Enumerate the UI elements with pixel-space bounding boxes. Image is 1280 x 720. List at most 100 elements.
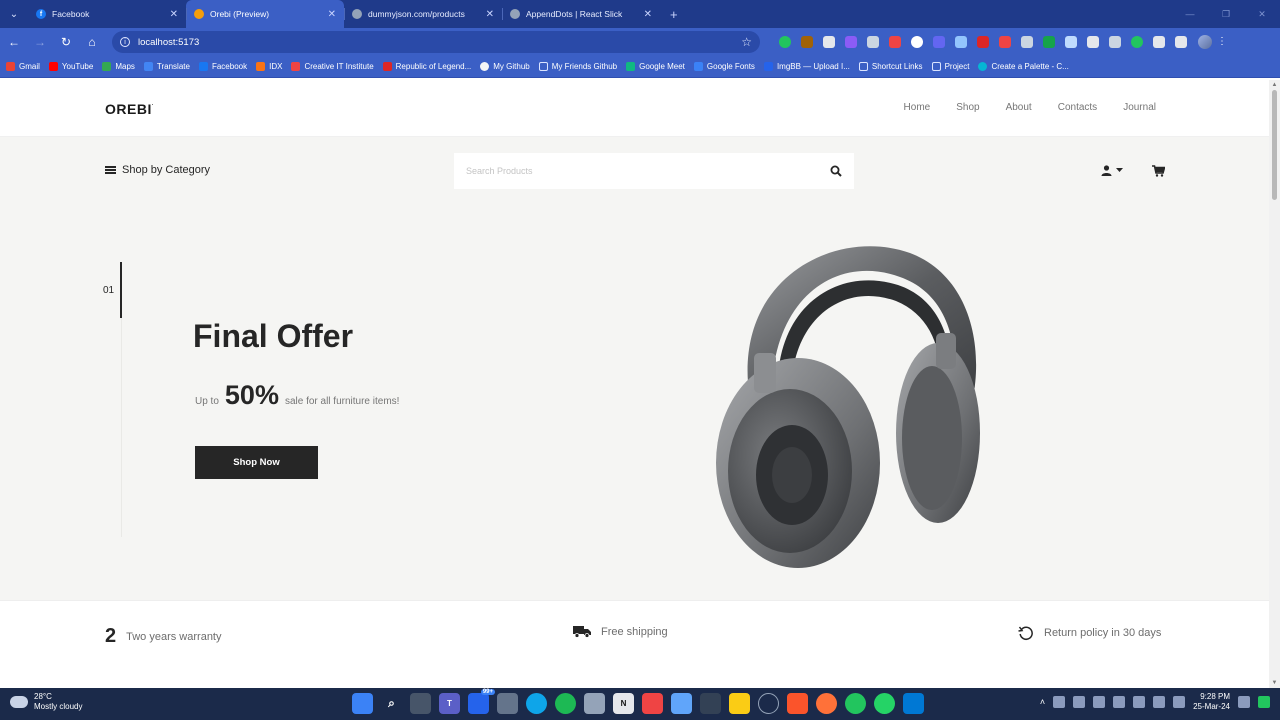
search-icon[interactable] <box>830 165 842 177</box>
brave-icon[interactable] <box>787 693 808 714</box>
bookmark-imgbb[interactable]: ImgBB — Upload I... <box>763 62 850 71</box>
extension-icon[interactable] <box>1109 36 1121 48</box>
bookmark-star-icon[interactable]: ☆ <box>741 35 752 49</box>
extension-icon[interactable] <box>911 36 923 48</box>
more-menu-icon[interactable]: ⋮ <box>1217 36 1227 48</box>
terminal-icon[interactable] <box>700 693 721 714</box>
pen-extension-icon[interactable] <box>823 36 835 48</box>
browser-tab-facebook[interactable]: f Facebook ✕ <box>28 0 186 28</box>
code-extension-icon[interactable] <box>933 36 945 48</box>
bookmark-google-fonts[interactable]: Google Fonts <box>693 62 755 71</box>
bookmark-facebook[interactable]: Facebook <box>198 62 247 71</box>
notepad-icon[interactable] <box>671 693 692 714</box>
close-tab-icon[interactable]: ✕ <box>170 9 178 20</box>
slide-number[interactable]: 01 <box>103 285 114 296</box>
new-tab-plus-icon[interactable]: + <box>670 0 678 28</box>
shield-extension-icon[interactable] <box>889 36 901 48</box>
onedrive-icon[interactable] <box>1053 696 1066 708</box>
extension-icon[interactable] <box>1043 36 1055 48</box>
spotify-icon[interactable] <box>555 693 576 714</box>
chat-icon[interactable]: 99+ <box>468 689 495 714</box>
volume-icon[interactable] <box>1173 696 1186 708</box>
github-desktop-icon[interactable] <box>758 693 779 714</box>
close-tab-icon[interactable]: ✕ <box>328 9 336 20</box>
extension-icon[interactable] <box>999 36 1011 48</box>
whatsapp-icon[interactable] <box>874 693 895 714</box>
nav-shop[interactable]: Shop <box>956 102 979 113</box>
search-icon[interactable]: ⌕ <box>381 693 402 714</box>
nav-journal[interactable]: Journal <box>1123 102 1156 113</box>
clock[interactable]: 9:28 PM 25-Mar-24 <box>1193 692 1230 712</box>
search-input[interactable] <box>466 166 830 176</box>
maximize-icon[interactable]: ❐ <box>1208 0 1244 28</box>
window-extension-icon[interactable] <box>955 36 967 48</box>
tab-search-chevron-icon[interactable]: ⌄ <box>0 0 28 28</box>
bookmark-google-meet[interactable]: Google Meet <box>626 62 685 71</box>
tray-app-icon[interactable] <box>1073 696 1086 708</box>
microphone-icon[interactable] <box>1133 696 1146 708</box>
bookmark-create-palette[interactable]: Create a Palette - C... <box>978 62 1069 71</box>
bookmark-maps[interactable]: Maps <box>102 62 135 71</box>
windows-start-icon[interactable] <box>352 693 373 714</box>
bluetooth-icon[interactable] <box>1093 696 1106 708</box>
extension-icon[interactable] <box>801 36 813 48</box>
extension-icon[interactable] <box>1131 36 1143 48</box>
extension-icon[interactable] <box>1021 36 1033 48</box>
bookmark-shortcut-links[interactable]: Shortcut Links <box>858 62 923 71</box>
scroll-up-icon[interactable]: ▲ <box>1269 82 1280 88</box>
photos-icon[interactable] <box>584 693 605 714</box>
back-arrow-icon[interactable]: ← <box>2 30 26 54</box>
weather-widget[interactable]: 28°C Mostly cloudy <box>10 692 82 712</box>
camera-extension-icon[interactable] <box>867 36 879 48</box>
notification-bell-icon[interactable] <box>1238 696 1250 708</box>
close-tab-icon[interactable]: ✕ <box>486 9 494 20</box>
file-explorer-icon[interactable] <box>729 693 750 714</box>
teams-icon[interactable]: T <box>439 693 460 714</box>
grammarly-extension-icon[interactable] <box>779 36 791 48</box>
firefox-icon[interactable] <box>816 693 837 714</box>
chrome-icon[interactable] <box>845 693 866 714</box>
home-icon[interactable]: ⌂ <box>80 30 104 54</box>
browser-tab-dummyjson[interactable]: dummyjson.com/products ✕ <box>344 0 502 28</box>
edge-icon[interactable] <box>526 693 547 714</box>
lock-extension-icon[interactable] <box>977 36 989 48</box>
bookmark-my-github[interactable]: My Github <box>480 62 530 71</box>
browser-tab-orebi[interactable]: Orebi (Preview) ✕ <box>186 0 344 28</box>
reload-icon[interactable]: ↻ <box>54 30 78 54</box>
nav-about[interactable]: About <box>1006 102 1032 113</box>
close-tab-icon[interactable]: ✕ <box>644 9 652 20</box>
extension-icon[interactable] <box>1065 36 1077 48</box>
chevron-up-icon[interactable]: ˄ <box>1040 697 1045 707</box>
active-dot-indicator[interactable] <box>120 262 122 318</box>
pen-extension-icon[interactable] <box>845 36 857 48</box>
nav-home[interactable]: Home <box>904 102 931 113</box>
bookmark-republic-of-legends[interactable]: Republic of Legend... <box>382 62 471 71</box>
user-menu[interactable] <box>1101 165 1123 176</box>
shop-now-button[interactable]: Shop Now <box>195 446 318 479</box>
close-window-icon[interactable]: ✕ <box>1244 0 1280 28</box>
page-scrollbar[interactable]: ▲ ▼ <box>1269 80 1280 688</box>
bookmark-project[interactable]: Project <box>931 62 969 71</box>
bookmark-gmail[interactable]: Gmail <box>6 62 40 71</box>
profile-avatar[interactable] <box>1198 35 1212 49</box>
bookmark-friends-github[interactable]: My Friends Github <box>538 62 617 71</box>
address-bar[interactable]: i localhost:5173 ☆ <box>112 31 760 53</box>
shop-by-category-button[interactable]: Shop by Category <box>105 164 210 176</box>
site-info-icon[interactable]: i <box>120 37 130 47</box>
scroll-thumb[interactable] <box>1272 90 1277 200</box>
scroll-down-icon[interactable]: ▼ <box>1269 680 1280 686</box>
task-view-icon[interactable] <box>410 693 431 714</box>
notion-icon[interactable]: N <box>613 693 634 714</box>
tray-app-icon[interactable] <box>1113 696 1126 708</box>
nav-contacts[interactable]: Contacts <box>1058 102 1097 113</box>
snipping-tool-icon[interactable] <box>642 693 663 714</box>
copilot-icon[interactable] <box>1258 696 1270 708</box>
minimize-icon[interactable]: — <box>1172 0 1208 28</box>
side-panel-icon[interactable] <box>1175 36 1187 48</box>
forward-arrow-icon[interactable]: → <box>28 30 52 54</box>
bookmark-idx[interactable]: IDX <box>256 62 282 71</box>
store-icon[interactable] <box>497 693 518 714</box>
bookmark-youtube[interactable]: YouTube <box>48 62 93 71</box>
browser-tab-react-slick[interactable]: AppendDots | React Slick ✕ <box>502 0 660 28</box>
orebi-logo[interactable]: OREBI. <box>105 101 154 117</box>
